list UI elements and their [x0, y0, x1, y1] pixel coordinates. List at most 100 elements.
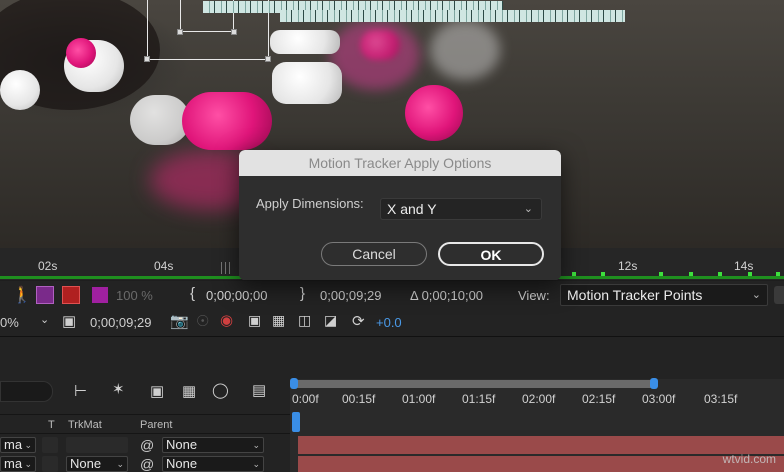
trkmat-select[interactable]: [66, 437, 128, 453]
view-value: Motion Tracker Points: [567, 287, 703, 303]
footage-blur: [430, 20, 500, 80]
dialog-title: Motion Tracker Apply Options: [239, 150, 561, 176]
person-red-icon[interactable]: [62, 286, 80, 304]
column-t[interactable]: T: [48, 419, 55, 431]
ruler-label: 14s: [734, 259, 754, 273]
cancel-button[interactable]: Cancel: [321, 242, 427, 266]
timeline-ruler-label: 03:00f: [642, 392, 676, 406]
ruler-tick: [229, 262, 230, 274]
keyframe-marker: [718, 272, 722, 276]
track-handle[interactable]: [177, 29, 183, 35]
pink-pill: [182, 92, 272, 150]
chevron-down-icon: ⌄: [252, 440, 260, 450]
ok-button[interactable]: OK: [438, 242, 544, 266]
camera-icon[interactable]: 📷: [170, 312, 189, 330]
work-area-start-handle[interactable]: [290, 378, 298, 389]
duration: Δ 0;00;10;00: [410, 288, 484, 303]
apply-dimensions-select[interactable]: X and Y ⌄: [380, 198, 542, 220]
search-input[interactable]: [0, 381, 53, 402]
walk-icon[interactable]: 🚶: [12, 285, 32, 305]
in-point-icon[interactable]: {: [190, 285, 195, 302]
pink-pill: [405, 85, 463, 141]
person-purple-icon[interactable]: [36, 286, 54, 304]
blend-mode-select[interactable]: ma ⌄: [0, 456, 36, 472]
track-points-path: [280, 10, 625, 22]
in-time[interactable]: 0;00;00;00: [206, 288, 267, 303]
frame-blending-icon[interactable]: ▦: [182, 382, 196, 400]
trkmat-value: None: [70, 456, 102, 471]
composition-flowchart-icon[interactable]: ⊢: [74, 382, 87, 400]
3d-view-icon[interactable]: ◫: [298, 312, 311, 329]
zoom-value[interactable]: 0%: [0, 315, 19, 330]
parent-select[interactable]: None ⌄: [162, 437, 264, 453]
timeline-ruler-label: 01:00f: [402, 392, 436, 406]
exposure-value[interactable]: +0.0: [376, 315, 402, 330]
label-color-swatch[interactable]: [92, 287, 108, 303]
fast-preview-icon[interactable]: ◪: [324, 312, 337, 329]
chevron-down-icon[interactable]: ⌄: [40, 313, 49, 326]
trkmat-select[interactable]: None ⌄: [66, 456, 128, 472]
graph-editor-icon[interactable]: ▤: [252, 381, 266, 399]
layer-duration-bar[interactable]: [298, 456, 784, 472]
pickwhip-icon[interactable]: @: [140, 456, 154, 472]
column-parent[interactable]: Parent: [140, 419, 172, 431]
ruler-label: 12s: [618, 259, 638, 273]
safe-zones-icon[interactable]: ▦: [272, 312, 285, 329]
shy-layers-icon[interactable]: ▣: [150, 382, 164, 400]
view-label: View:: [518, 288, 550, 303]
watermark: wtvid.com: [722, 452, 776, 466]
out-point-icon[interactable]: }: [300, 285, 305, 302]
track-handle[interactable]: [265, 56, 271, 62]
pink-pill: [360, 30, 400, 60]
draft-3d-icon[interactable]: ✶: [112, 380, 125, 398]
work-area-bar[interactable]: [293, 380, 655, 388]
view-select[interactable]: Motion Tracker Points ⌄: [560, 284, 768, 306]
viewer-options-button[interactable]: [774, 286, 784, 304]
keyframe-marker: [572, 272, 576, 276]
trkmat-select[interactable]: [42, 437, 58, 453]
track-handle[interactable]: [231, 29, 237, 35]
timeline-header-area: [0, 337, 784, 379]
parent-select[interactable]: None ⌄: [162, 456, 264, 472]
current-time[interactable]: 0;00;09;29: [90, 315, 151, 330]
keyframe-marker: [659, 272, 663, 276]
ruler-label: 02s: [38, 259, 58, 273]
region-of-interest-icon[interactable]: ▣: [62, 312, 76, 330]
color-channels-icon[interactable]: ◉: [220, 311, 233, 329]
dialog-body: Apply Dimensions: X and Y ⌄ Cancel OK: [239, 176, 561, 280]
transparency-grid-icon[interactable]: ▣: [248, 312, 261, 329]
timeline-ruler-label: 03:15f: [704, 392, 738, 406]
chevron-down-icon: ⌄: [751, 289, 761, 301]
white-pill: [270, 30, 340, 54]
parent-value: None: [166, 437, 198, 452]
chevron-down-icon: ⌄: [24, 440, 32, 450]
keyframe-marker: [748, 272, 752, 276]
motion-blur-icon[interactable]: ◯: [212, 381, 229, 399]
chevron-down-icon: ⌄: [523, 203, 533, 215]
current-time-indicator[interactable]: [292, 412, 300, 432]
pickwhip-icon[interactable]: @: [140, 437, 154, 453]
keyframe-marker: [689, 272, 693, 276]
white-pill: [272, 62, 342, 104]
exposure-reset-icon[interactable]: ⟳: [352, 312, 365, 330]
trkmat-select[interactable]: [42, 456, 58, 472]
motion-tracker-apply-options-dialog: Motion Tracker Apply Options Apply Dimen…: [239, 150, 561, 280]
blend-mode-value: ma: [4, 456, 23, 471]
track-handle[interactable]: [144, 56, 150, 62]
timeline-ruler-label: 0:00f: [292, 392, 319, 406]
keyframe-marker: [601, 272, 605, 276]
apply-dimensions-label: Apply Dimensions:: [256, 196, 364, 211]
blend-mode-select[interactable]: ma ⌄: [0, 437, 36, 453]
work-area-end-handle[interactable]: [650, 378, 658, 389]
white-pill: [0, 70, 40, 110]
column-trkmat[interactable]: TrkMat: [68, 419, 102, 431]
keyframe-marker: [776, 272, 780, 276]
apply-dimensions-value: X and Y: [387, 201, 437, 217]
timeline-ruler-label: 02:00f: [522, 392, 556, 406]
timeline-ruler-label: 02:15f: [582, 392, 616, 406]
chevron-down-icon: ⌄: [252, 459, 260, 469]
layer-duration-bar[interactable]: [298, 436, 784, 454]
chevron-down-icon: ⌄: [116, 459, 124, 469]
out-time[interactable]: 0;00;09;29: [320, 288, 381, 303]
show-snapshot-icon[interactable]: ☉: [196, 312, 209, 330]
